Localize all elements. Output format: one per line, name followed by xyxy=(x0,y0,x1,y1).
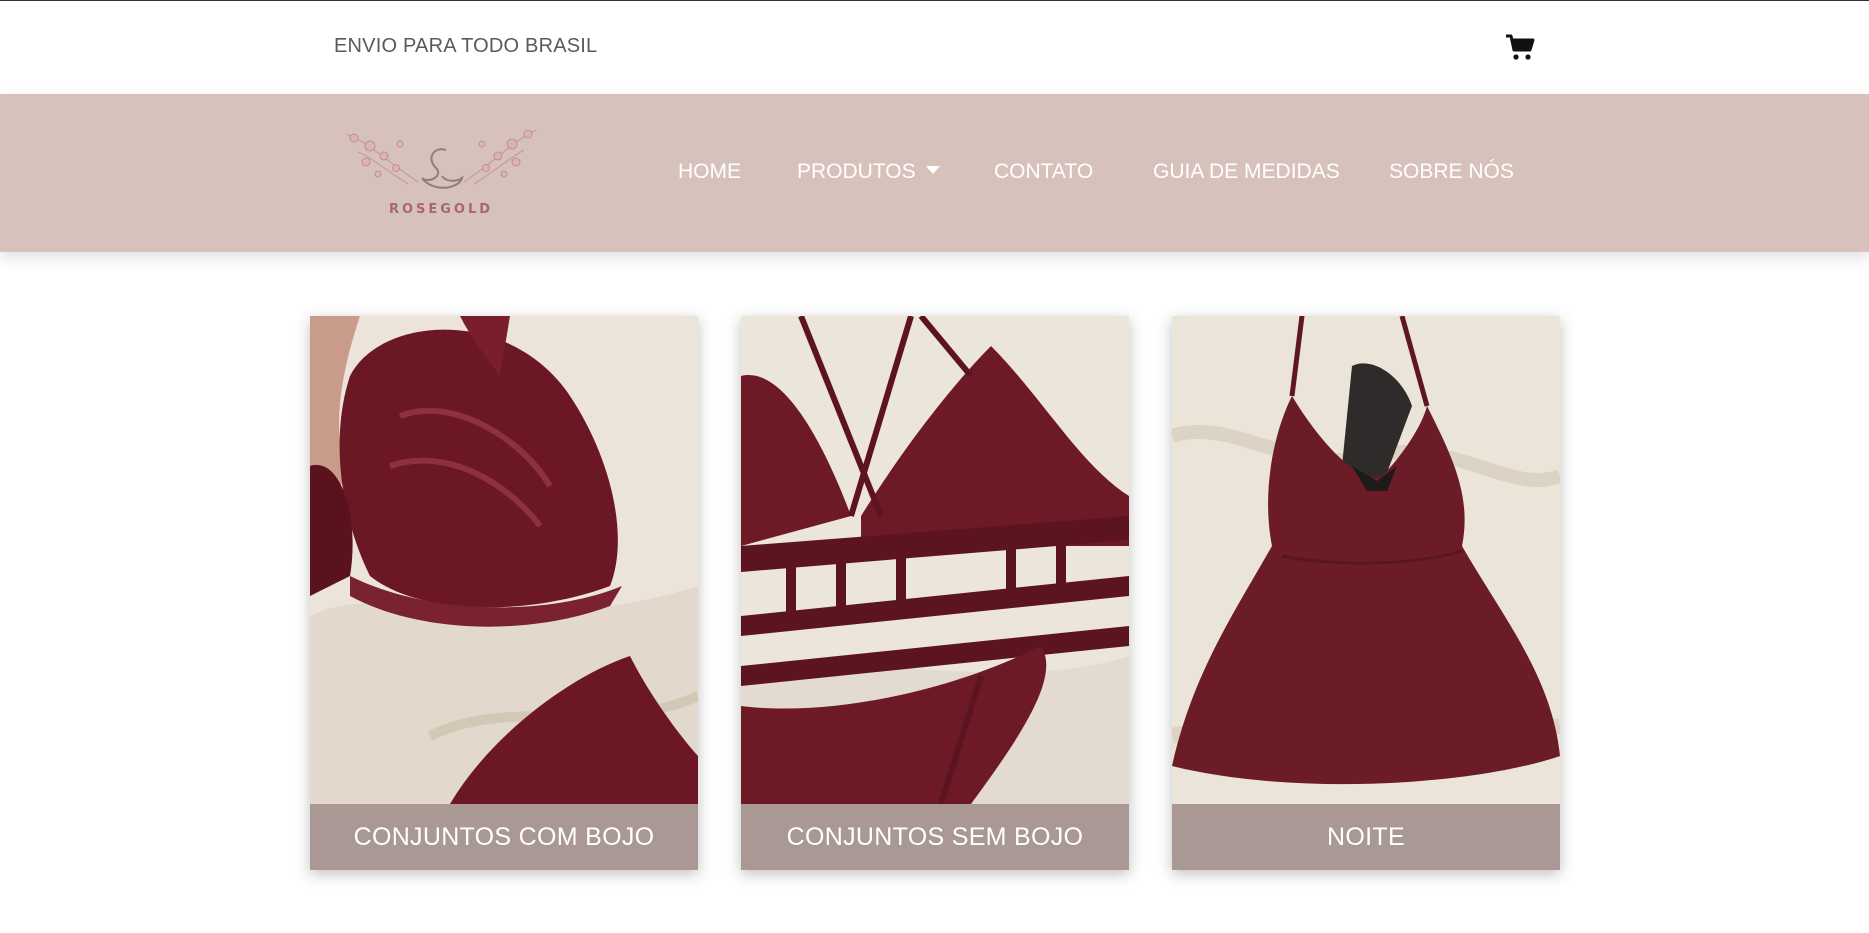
brand-name: ROSEGOLD xyxy=(388,202,494,217)
nav-guia-de-medidas[interactable]: GUIA DE MEDIDAS xyxy=(1153,160,1340,184)
category-card-conjuntos-sem-bojo[interactable]: CONJUNTOS SEM BOJO xyxy=(741,316,1129,870)
nav-contato[interactable]: CONTATO xyxy=(994,160,1093,184)
nav-produtos[interactable]: PRODUTOS xyxy=(797,160,940,184)
shopping-cart-icon[interactable] xyxy=(1505,33,1535,61)
category-card-noite[interactable]: NOITE xyxy=(1172,316,1560,870)
caret-down-icon xyxy=(925,166,940,175)
category-label: NOITE xyxy=(1172,804,1560,870)
burgundy-lace-bra-photo xyxy=(310,316,698,804)
top-announcement-bar: ENVIO PARA TODO BRASIL xyxy=(0,1,1869,94)
nav-sobre-nos[interactable]: SOBRE NÓS xyxy=(1389,160,1514,184)
burgundy-strappy-bralette-photo xyxy=(741,316,1129,804)
nav-produtos-label: PRODUTOS xyxy=(797,160,916,183)
category-label: CONJUNTOS SEM BOJO xyxy=(741,804,1129,870)
burgundy-nightgown-photo xyxy=(1172,316,1560,804)
category-card-conjuntos-com-bojo[interactable]: CONJUNTOS COM BOJO xyxy=(310,316,698,870)
nav-home[interactable]: HOME xyxy=(678,160,741,184)
swan-flowers-icon xyxy=(345,129,537,189)
category-label: CONJUNTOS COM BOJO xyxy=(310,804,698,870)
shipping-notice: ENVIO PARA TODO BRASIL xyxy=(334,35,598,57)
rosegold-logo[interactable]: ROSEGOLD xyxy=(338,122,544,222)
main-navigation: ROSEGOLD HOME PRODUTOS CONTATO GUIA DE M… xyxy=(0,94,1869,252)
